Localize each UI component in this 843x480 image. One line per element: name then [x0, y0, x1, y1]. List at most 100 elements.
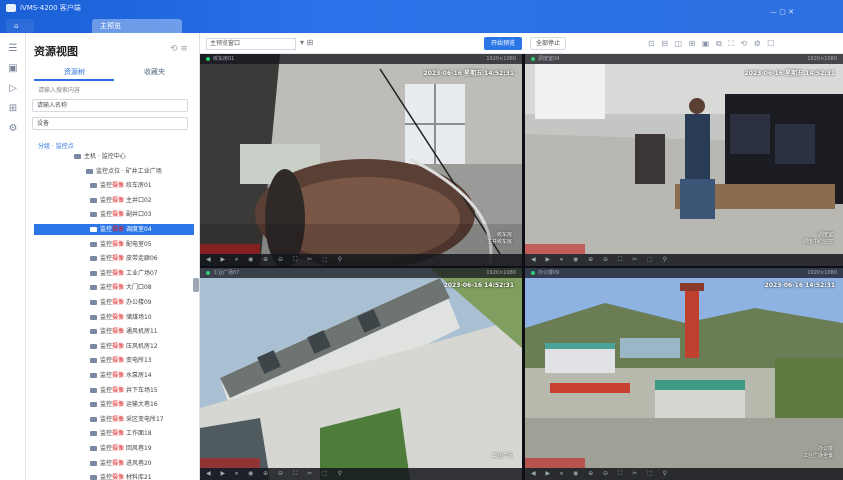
- tree-item[interactable]: 监控摄像 水泵房14: [90, 370, 193, 381]
- camera-icon: [90, 358, 97, 364]
- tree-item[interactable]: 监控摄像 运输大巷16: [90, 399, 193, 410]
- tree-item[interactable]: 监控点位 · 矿井工业广场: [86, 166, 193, 177]
- tile-header: 调度室04 1920×1080: [525, 54, 843, 64]
- stop-all-button[interactable]: 全部停止: [530, 37, 566, 50]
- tree-item-tag: 摄像: [112, 284, 125, 292]
- tile-header: 工业广场07 1920×1080: [200, 268, 522, 278]
- tree-item[interactable]: 监控摄像 进风巷20: [90, 458, 193, 469]
- tree-item-label: 监控: [100, 459, 113, 467]
- tile-controls[interactable]: ◀ ▶ ⏸ ◉ ⊕ ⊖ ⛶ ✂ ⬚ ⚲: [525, 468, 843, 480]
- video-tile-1[interactable]: 绞车房01 1920×1080 2023-06-16 星期五 14:52:31 绞…: [200, 54, 522, 266]
- tile-controls[interactable]: ◀ ▶ ⏸ ◉ ⊕ ⊖ ⛶ ✂ ⬚ ⚲: [200, 254, 522, 266]
- window-select[interactable]: 主预览窗口: [206, 38, 296, 50]
- tree-item-name: 采区变电所17: [124, 415, 164, 423]
- panel-title: 资源视图: [34, 45, 78, 58]
- device-filter-field[interactable]: 设备: [32, 117, 188, 130]
- video-tile-2[interactable]: 调度室04 1920×1080 2023-06-16 星期五 14:52:31 调…: [525, 54, 843, 266]
- app-title: iVMS-4200 客户端: [20, 4, 81, 12]
- status-dot: [531, 270, 535, 275]
- tree-item-name: 调度室04: [124, 226, 152, 233]
- menu-icon[interactable]: ☰: [7, 43, 19, 55]
- tree-item-name: 皮带走廊06: [124, 255, 158, 263]
- tab-home[interactable]: ⌂: [6, 19, 34, 33]
- grid-icon[interactable]: ⊞: [7, 103, 19, 115]
- tree-item[interactable]: 监控摄像 主井口02: [90, 195, 193, 206]
- tree-item-label: 监控: [100, 196, 113, 204]
- tree-item[interactable]: 主机 · 监控中心: [74, 151, 193, 162]
- tree-item-label: 监控: [100, 415, 113, 423]
- tree-item[interactable]: 监控摄像 办公楼09: [90, 297, 193, 308]
- video-tile-4[interactable]: 办公楼09 1920×1080 2023-06-16 14:52:31 办公楼 工业…: [525, 268, 843, 480]
- tree-item[interactable]: 监控摄像 工作面18: [90, 428, 193, 439]
- tree-item-name: 工业广场07: [124, 269, 158, 277]
- tree-item[interactable]: 监控摄像 工业广场07: [90, 268, 193, 279]
- camera-icon: [90, 314, 97, 320]
- tree-item[interactable]: 监控摄像 变电所13: [90, 355, 193, 366]
- tree-item[interactable]: 监控摄像 皮带走廊06: [90, 253, 193, 264]
- video-feed-1: [200, 54, 522, 266]
- tree-item-tag: 摄像: [112, 240, 125, 248]
- tree-item[interactable]: 监控摄像 材料库21: [90, 472, 193, 480]
- tree-item-tag: 摄像: [112, 182, 125, 190]
- layout-icons[interactable]: ⊡ ⊟ ◫ ⊞ ▣ ⧉ ⛶ ⟲ ⚙ ☐: [648, 39, 776, 49]
- layout-select[interactable]: ▾ ⊞: [300, 38, 313, 47]
- tree-item[interactable]: 监控摄像 储煤场10: [90, 312, 193, 323]
- tree-item[interactable]: 监控摄像 回风巷19: [90, 443, 193, 454]
- tree-item[interactable]: 监控摄像 绞车房01: [90, 180, 193, 191]
- video-feed-3: [200, 268, 522, 480]
- tree-item[interactable]: 监控摄像 采区变电所17: [90, 414, 193, 425]
- tile-controls[interactable]: ◀ ▶ ⏸ ◉ ⊕ ⊖ ⛶ ✂ ⬚ ⚲: [200, 468, 522, 480]
- tree-item-tag: 摄像: [112, 445, 125, 452]
- tile-osd: 工业广场: [492, 453, 512, 460]
- tree-item-name: 水泵房14: [124, 372, 152, 379]
- tree-item-tag: 摄像: [112, 211, 125, 219]
- tree-item-label: 监控: [100, 211, 113, 219]
- tree-item[interactable]: 监控摄像 调度室04: [34, 224, 194, 235]
- osd-line-2: 调度中心监控: [802, 239, 833, 245]
- tree-item[interactable]: 监控摄像 副井口03: [90, 209, 193, 220]
- tab-resource-tree[interactable]: 资源树: [34, 67, 114, 81]
- tree-item-tag: 摄像: [112, 372, 125, 379]
- settings-icon[interactable]: ⚙: [7, 123, 19, 135]
- tree-item[interactable]: 监控摄像 井下车场15: [90, 385, 193, 396]
- playback-icon[interactable]: ▷: [7, 83, 19, 95]
- tree-item-label: 监控: [100, 255, 113, 263]
- tree-item-tag: 摄像: [112, 459, 125, 467]
- tree-item-tag: 摄像: [112, 226, 125, 233]
- tree-item[interactable]: 监控摄像 通风机房11: [90, 326, 193, 337]
- start-preview-button[interactable]: 开始预览: [484, 37, 522, 50]
- camera-icon: [90, 227, 97, 232]
- window-controls[interactable]: — ▢ ✕: [770, 8, 794, 16]
- alarm-overlay: [525, 458, 585, 468]
- tile-timestamp: 2023-06-16 14:52:31: [443, 282, 514, 289]
- tile-controls[interactable]: ◀ ▶ ⏸ ◉ ⊕ ⊖ ⛶ ✂ ⬚ ⚲: [525, 254, 843, 266]
- tree-item-label: 监控: [100, 182, 113, 190]
- name-filter-field[interactable]: 请输入名称: [32, 99, 188, 112]
- tab-main-preview[interactable]: 主预览: [92, 19, 182, 33]
- tree-item-label: 监控: [100, 269, 113, 277]
- camera-icon[interactable]: ▣: [7, 63, 19, 75]
- tree-item-tag: 摄像: [112, 269, 125, 277]
- tree-scrollbar[interactable]: [193, 278, 199, 292]
- tree-item[interactable]: 监控摄像 压风机房12: [90, 341, 193, 352]
- tree-item-name: 储煤场10: [124, 313, 152, 321]
- tree-item[interactable]: 监控摄像 大门口08: [90, 282, 193, 293]
- tile-osd: 绞车房 主井绞车房: [487, 232, 512, 246]
- camera-icon: [90, 431, 97, 437]
- tree-item-label: 主机 · 监控中心: [84, 153, 126, 160]
- tree-item-label: 监控: [100, 386, 113, 394]
- group-label: 分组 · 监控点: [38, 143, 74, 150]
- video-tile-3[interactable]: 工业广场07 1920×1080 2023-06-16 14:52:31 工业广场…: [200, 268, 522, 480]
- tree-item-name: 办公楼09: [124, 299, 152, 306]
- tab-favorites[interactable]: 收藏夹: [144, 67, 165, 77]
- tree-item-tag: 摄像: [112, 401, 125, 409]
- tree-item-name: 工作面18: [124, 430, 152, 438]
- panel-tools[interactable]: ⟲ ≡: [170, 44, 188, 54]
- tile-timestamp: 2023-06-16 14:52:31: [764, 282, 835, 289]
- camera-icon: [90, 373, 97, 378]
- tree-item-tag: 摄像: [112, 328, 125, 336]
- video-feed-4: [525, 268, 843, 480]
- tree-item-tag: 摄像: [112, 357, 125, 365]
- tree-item[interactable]: 监控摄像 配电室05: [90, 239, 193, 250]
- tile-timestamp: 2023-06-16 星期五 14:52:31: [744, 70, 835, 77]
